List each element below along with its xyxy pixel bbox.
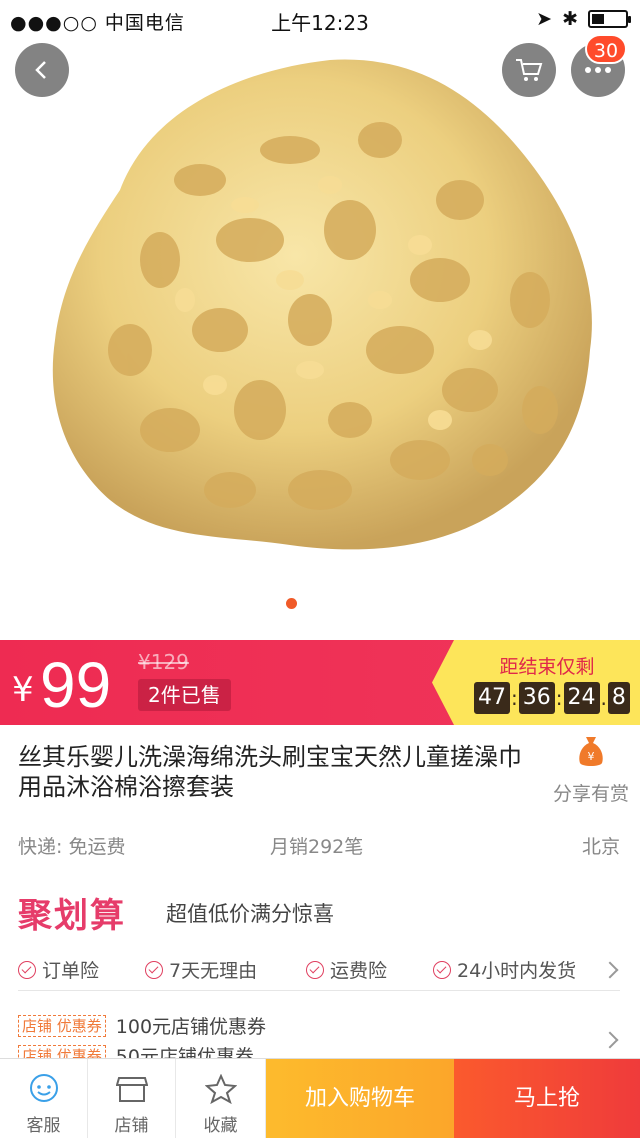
service-item: 订单险 bbox=[18, 956, 99, 983]
countdown-minutes: 36 bbox=[518, 682, 555, 714]
store-icon bbox=[115, 1077, 148, 1102]
countdown-panel: 距结束仅剩 47: 36: 24. 8 bbox=[432, 640, 640, 725]
check-circle-icon bbox=[18, 960, 36, 979]
notification-badge: 30 bbox=[585, 34, 627, 64]
location-icon: ➤ bbox=[536, 8, 553, 30]
chevron-right-icon bbox=[601, 1031, 619, 1049]
product-title: 丝其乐婴儿洗澡海绵洗头刷宝宝天然儿童搓澡巾用品沐浴棉浴擦套装 bbox=[18, 743, 522, 801]
ship-location: 北京 bbox=[581, 836, 620, 858]
cart-button[interactable] bbox=[502, 43, 556, 97]
check-circle-icon bbox=[306, 960, 324, 979]
coupon-row[interactable]: 店铺 优惠券 100元店铺优惠券 bbox=[18, 1012, 266, 1039]
store-tab[interactable]: 店铺 bbox=[88, 1059, 176, 1138]
check-circle-icon bbox=[433, 960, 451, 979]
sea-sponge-product-image bbox=[52, 59, 592, 550]
cart-icon bbox=[516, 59, 543, 81]
product-image-carousel[interactable] bbox=[0, 0, 640, 640]
more-dots-icon bbox=[585, 67, 611, 73]
svg-text:¥: ¥ bbox=[588, 750, 595, 763]
service-item: 运费险 bbox=[306, 956, 387, 983]
service-item: 24小时内发货 bbox=[433, 956, 576, 983]
chevron-left-icon bbox=[35, 61, 46, 79]
shipping-info-row: 快递: 免运费 月销292笔 北京 bbox=[0, 832, 640, 862]
service-guarantees[interactable]: 订单险 7天无理由 运费险 24小时内发货 bbox=[0, 952, 640, 988]
service-item: 7天无理由 bbox=[145, 956, 257, 983]
tab-label: 客服 bbox=[26, 1116, 61, 1136]
money-bag-icon: ¥ bbox=[579, 737, 603, 766]
buy-now-button[interactable]: 马上抢 bbox=[454, 1059, 640, 1138]
chat-bubble-icon bbox=[29, 1074, 58, 1102]
tab-label: 收藏 bbox=[203, 1116, 238, 1136]
original-price: ¥129 bbox=[138, 650, 189, 674]
tab-label: 店铺 bbox=[114, 1116, 149, 1136]
carousel-indicator bbox=[286, 598, 297, 609]
countdown-seconds: 24 bbox=[563, 682, 600, 714]
chevron-right-icon bbox=[601, 961, 619, 979]
add-to-cart-button[interactable]: 加入购物车 bbox=[266, 1059, 454, 1138]
coupon-tag: 店铺 优惠券 bbox=[18, 1014, 106, 1037]
promo-slogan: 超值低价满分惊喜 bbox=[166, 902, 334, 926]
currency-symbol: ¥ bbox=[12, 670, 34, 710]
battery-icon bbox=[588, 10, 631, 28]
status-bar: ●●●○○ 中国电信 上午12:23 ➤ ✱ bbox=[0, 0, 640, 36]
share-label: 分享有赏 bbox=[552, 783, 629, 805]
coupon-text: 100元店铺优惠券 bbox=[115, 1016, 267, 1038]
back-button[interactable] bbox=[15, 43, 69, 97]
countdown-label: 距结束仅剩 bbox=[499, 656, 595, 678]
bottom-action-bar: 客服 店铺 收藏 加入购物车 马上抢 bbox=[0, 1058, 640, 1138]
favorite-tab[interactable]: 收藏 bbox=[176, 1059, 266, 1138]
countdown-tenths: 8 bbox=[607, 682, 630, 714]
bluetooth-icon: ✱ bbox=[562, 8, 578, 30]
monthly-sales: 月销292笔 bbox=[270, 836, 364, 858]
customer-service-tab[interactable]: 客服 bbox=[0, 1059, 88, 1138]
divider bbox=[18, 990, 620, 991]
sold-count: 2件已售 bbox=[138, 679, 231, 711]
check-circle-icon bbox=[145, 960, 163, 979]
share-button[interactable]: ¥ 分享有赏 bbox=[548, 735, 634, 806]
shipping-fee: 快递: 免运费 bbox=[18, 836, 126, 858]
juhuasuan-logo: 聚划算 bbox=[18, 896, 126, 936]
countdown-hours: 47 bbox=[474, 682, 510, 714]
current-price: 99 bbox=[40, 649, 112, 721]
star-icon bbox=[204, 1074, 237, 1104]
